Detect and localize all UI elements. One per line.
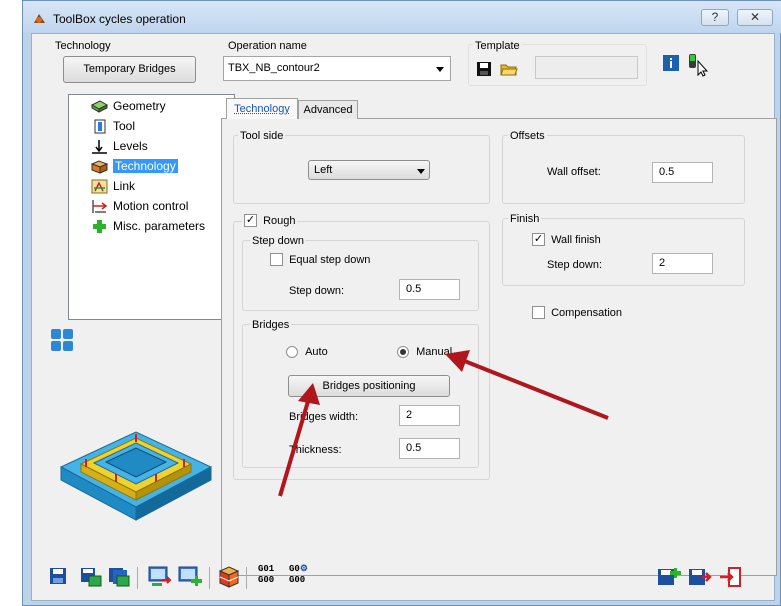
annotation-arrows — [278, 350, 609, 497]
